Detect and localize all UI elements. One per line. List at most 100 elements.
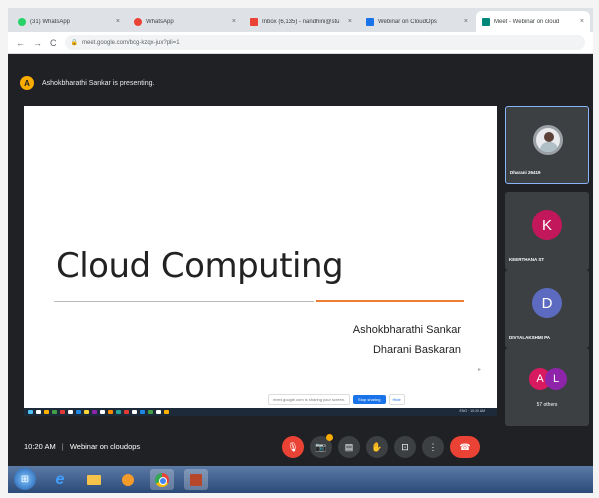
internet-explorer-icon: e	[55, 470, 65, 488]
folder-icon	[87, 474, 101, 485]
cursor-arrow-icon: ▸	[477, 367, 481, 373]
raise-hand-icon: ✋	[371, 441, 383, 452]
shared-screen-taskbar: ENG · 10:20 AM	[24, 408, 497, 416]
slide-divider-orange	[316, 300, 464, 302]
raise-hand-button[interactable]: ✋	[366, 436, 388, 458]
others-count: 57 others	[536, 402, 558, 408]
hang-up-icon: ☎	[459, 441, 471, 452]
app-icon	[84, 410, 89, 414]
more-options-button[interactable]: ⋮	[422, 436, 444, 458]
others-avatars: A L	[529, 368, 569, 392]
tab-google-meet[interactable]: Meet - Webinar on cloud ×	[476, 11, 590, 32]
shared-system-tray: ENG · 10:20 AM	[459, 409, 485, 413]
participant-avatar: K	[532, 210, 562, 240]
more-options-icon: ⋮	[428, 441, 438, 452]
tab-webinar-cloudops[interactable]: Webinar on CloudOps ×	[360, 11, 474, 32]
app-icon	[60, 410, 65, 414]
share-notice-text: meet.google.com is sharing your screen.	[268, 394, 351, 405]
tab-label: Meet - Webinar on cloud	[494, 18, 560, 25]
meeting-separator: |	[61, 442, 64, 451]
tab-label: (31) WhatsApp	[30, 18, 71, 25]
presenter-avatar-icon: A	[20, 76, 34, 90]
app-icon	[44, 410, 49, 414]
app-icon	[52, 410, 57, 414]
gmail-icon	[250, 17, 258, 26]
camera-button[interactable]: 📷	[310, 434, 333, 458]
participant-tile[interactable]: Dharani 26419	[505, 106, 589, 184]
start-icon	[28, 410, 33, 414]
media-player-icon	[122, 473, 134, 486]
slide-author-1: Ashokbharathi Sankar	[352, 324, 461, 336]
app-icon	[76, 410, 81, 414]
file-explorer-button[interactable]	[82, 469, 106, 490]
close-icon[interactable]: ×	[464, 18, 468, 25]
windows-logo-icon: ⊞	[20, 473, 30, 485]
address-bar: ← → C 🔒 meet.google.com/bcg-kzqx-jux?pli…	[8, 32, 593, 54]
app-icon	[36, 410, 41, 414]
mic-off-icon: 🎙	[287, 441, 299, 452]
close-icon[interactable]: ×	[348, 18, 352, 25]
app-icon	[156, 410, 161, 414]
captions-icon: ▤	[344, 441, 354, 452]
media-player-button[interactable]	[116, 469, 140, 490]
app-icon	[148, 410, 153, 414]
powerpoint-button[interactable]	[184, 469, 208, 490]
tab-gmail-inbox[interactable]: Inbox (6,135) - nandhini@stu ×	[244, 11, 358, 32]
mic-button[interactable]: 🎙	[282, 436, 304, 458]
slide-divider-gray	[54, 301, 314, 302]
photo-body	[540, 142, 558, 152]
app-icon	[100, 410, 105, 414]
url-text: meet.google.com/bcg-kzqx-jux?pli=1	[81, 39, 180, 46]
url-field[interactable]: 🔒 meet.google.com/bcg-kzqx-jux?pli=1	[64, 35, 585, 50]
others-tile[interactable]: A L 57 others	[505, 348, 589, 426]
presenting-text: Ashokbharathi Sankar is presenting.	[42, 79, 155, 87]
participant-avatar: L	[545, 368, 567, 390]
chrome-icon	[155, 472, 169, 487]
presenting-banner: A Ashokbharathi Sankar is presenting.	[20, 72, 520, 94]
participant-avatar: D	[532, 288, 562, 318]
stop-sharing-button[interactable]: Stop sharing	[353, 395, 386, 404]
tab-whatsapp-1[interactable]: (31) WhatsApp ×	[12, 11, 126, 32]
close-icon[interactable]: ×	[580, 18, 584, 25]
start-button[interactable]: ⊞	[14, 468, 36, 490]
lock-icon: 🔒	[70, 40, 78, 46]
app-icon	[92, 410, 97, 414]
participant-name: DIVYALAKSHMI PA	[509, 335, 551, 340]
app-icon	[68, 410, 73, 414]
participant-tile[interactable]: D DIVYALAKSHMI PA	[505, 270, 589, 348]
close-icon[interactable]: ×	[116, 18, 120, 25]
windows-taskbar: ⊞ e	[8, 466, 593, 493]
app-icon	[108, 410, 113, 414]
browser-tab-strip: (31) WhatsApp × WhatsApp × Inbox (6,135)…	[8, 8, 593, 32]
tab-label: WhatsApp	[146, 18, 174, 25]
tab-label: Webinar on CloudOps	[378, 18, 437, 25]
present-icon: ⊡	[401, 441, 409, 452]
close-icon[interactable]: ×	[232, 18, 236, 25]
whatsapp-icon	[18, 17, 26, 26]
participant-name: Dharani 26419	[510, 170, 541, 175]
chrome-button[interactable]	[150, 469, 174, 490]
participant-name: KEERTHANA ST	[509, 257, 545, 262]
hang-up-button[interactable]: ☎	[450, 436, 480, 458]
whatsapp-icon	[134, 17, 142, 26]
meeting-control-bar: 10:20 AM | Webinar on cloudops 🎙 📷 ▤ ✋ ⊡…	[8, 428, 593, 466]
meeting-name: Webinar on cloudops	[69, 442, 141, 451]
forward-icon[interactable]: →	[33, 38, 42, 48]
internet-explorer-button[interactable]: e	[48, 469, 72, 490]
app-icon	[164, 410, 169, 414]
camera-icon: 📷	[315, 441, 327, 452]
app-icon	[140, 410, 145, 414]
tab-label: Inbox (6,135) - nandhini@stu	[262, 18, 340, 25]
present-button[interactable]: ⊡	[394, 436, 416, 458]
slide-author-2: Dharani Baskaran	[372, 344, 461, 356]
hide-button[interactable]: Hide	[388, 394, 405, 405]
app-icon	[116, 410, 121, 414]
tab-whatsapp-2[interactable]: WhatsApp ×	[128, 11, 242, 32]
captions-button[interactable]: ▤	[338, 436, 360, 458]
back-icon[interactable]: ←	[16, 38, 25, 48]
calendar-icon	[366, 17, 374, 26]
participant-tile[interactable]: K KEERTHANA ST	[505, 192, 589, 270]
reload-icon[interactable]: C	[50, 38, 57, 48]
shared-slide: Cloud Computing Ashokbharathi Sankar Dha…	[24, 106, 497, 408]
warning-dot-icon	[326, 434, 333, 441]
